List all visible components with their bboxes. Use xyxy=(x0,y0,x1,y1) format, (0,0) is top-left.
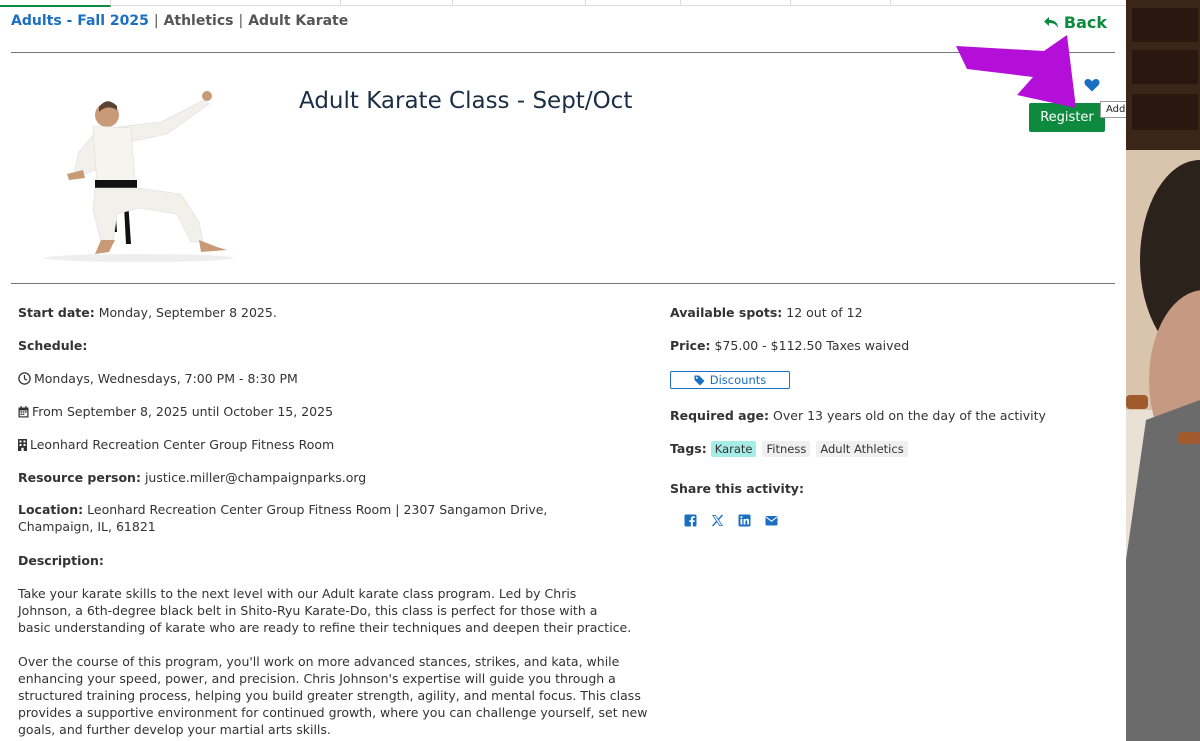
available-spots-value: 12 out of 12 xyxy=(786,305,863,320)
start-date: Start date: Monday, September 8 2025. xyxy=(18,304,277,321)
schedule-dates-text: From September 8, 2025 until October 15,… xyxy=(32,404,334,419)
tag-fitness[interactable]: Fitness xyxy=(762,441,811,457)
breadcrumb-category: Athletics xyxy=(163,13,234,29)
required-age-label: Required age: xyxy=(670,408,770,423)
available-spots: Available spots: 12 out of 12 xyxy=(670,304,863,321)
required-age-value: Over 13 years old on the day of the acti… xyxy=(773,408,1046,423)
top-tab[interactable] xyxy=(110,0,341,5)
resource-person-label: Resource person: xyxy=(18,470,141,485)
location: Location: Leonhard Recreation Center Gro… xyxy=(18,501,618,535)
clock-icon xyxy=(18,372,31,385)
tag-icon xyxy=(694,375,705,385)
tag-karate[interactable]: Karate xyxy=(710,441,757,457)
wishlist-tooltip: Add to wish list xyxy=(1100,101,1126,118)
schedule-heading: Schedule: xyxy=(18,337,87,354)
top-tab[interactable] xyxy=(452,0,586,5)
discounts-label: Discounts xyxy=(709,372,767,387)
schedule-place: Leonhard Recreation Center Group Fitness… xyxy=(18,436,334,453)
available-spots-label: Available spots: xyxy=(670,305,783,320)
top-tab[interactable] xyxy=(0,0,111,7)
share-buttons xyxy=(684,514,778,527)
required-age: Required age: Over 13 years old on the d… xyxy=(670,407,1046,424)
tags: Tags: Karate Fitness Adult Athletics xyxy=(670,440,914,457)
breadcrumb-activity: Adult Karate xyxy=(248,13,349,29)
top-tab[interactable] xyxy=(585,0,681,5)
description-heading: Description: xyxy=(18,552,104,569)
content-divider xyxy=(11,283,1115,284)
price-label: Price: xyxy=(670,338,711,353)
breadcrumb: Adults - Fall 2025 | Athletics | Adult Karat… xyxy=(11,13,348,29)
share-label: Share this activity: xyxy=(670,481,804,496)
karate-photo xyxy=(21,82,255,263)
linkedin-icon[interactable] xyxy=(738,514,751,527)
breadcrumb-season-link[interactable]: Adults - Fall 2025 xyxy=(11,13,149,29)
discounts-button[interactable]: Discounts xyxy=(670,371,790,389)
resource-person-email: justice.miller@champaignparks.org xyxy=(144,470,367,485)
description-paragraph-2: Over the course of this program, you'll … xyxy=(18,654,648,737)
description-label: Description: xyxy=(18,553,104,568)
location-value: Leonhard Recreation Center Group Fitness… xyxy=(18,502,548,534)
header-divider xyxy=(11,52,1115,53)
facebook-icon[interactable] xyxy=(684,514,697,527)
start-date-value: Monday, September 8 2025. xyxy=(98,305,277,320)
email-icon[interactable] xyxy=(765,514,778,527)
location-label: Location: xyxy=(18,502,84,517)
tag-adult-athletics[interactable]: Adult Athletics xyxy=(816,441,908,457)
heart-icon[interactable] xyxy=(1084,78,1100,92)
building-icon xyxy=(18,439,27,451)
calendar-icon xyxy=(18,406,29,418)
annotation-arrow-icon xyxy=(956,35,1075,108)
breadcrumb-separator: | xyxy=(153,13,159,29)
share-heading: Share this activity: xyxy=(670,480,804,497)
background-photo-strip xyxy=(1126,0,1200,741)
activity-page: Adults - Fall 2025 | Athletics | Adult Karat… xyxy=(0,0,1126,741)
background-photo xyxy=(1126,0,1200,741)
activity-title: Adult Karate Class - Sept/Oct xyxy=(299,88,633,114)
tags-label: Tags: xyxy=(670,441,707,456)
description-paragraph-1: Take your karate skills to the next leve… xyxy=(18,586,632,635)
price-value: $75.00 - $112.50 Taxes waived xyxy=(714,338,910,353)
top-tab[interactable] xyxy=(680,0,791,5)
schedule-dates: From September 8, 2025 until October 15,… xyxy=(18,403,333,420)
schedule-label: Schedule: xyxy=(18,338,88,353)
breadcrumb-separator: | xyxy=(238,13,244,29)
schedule-place-text: Leonhard Recreation Center Group Fitness… xyxy=(30,437,335,452)
start-date-label: Start date: xyxy=(18,305,95,320)
schedule-days-text: Mondays, Wednesdays, 7:00 PM - 8:30 PM xyxy=(34,371,298,386)
top-navigation xyxy=(0,0,1126,7)
x-icon[interactable] xyxy=(711,514,724,527)
schedule-days: Mondays, Wednesdays, 7:00 PM - 8:30 PM xyxy=(18,370,298,387)
top-tab[interactable] xyxy=(340,0,453,5)
resource-person: Resource person: justice.miller@champaig… xyxy=(18,469,366,486)
price: Price: $75.00 - $112.50 Taxes waived xyxy=(670,337,909,354)
top-tab[interactable] xyxy=(790,0,891,5)
